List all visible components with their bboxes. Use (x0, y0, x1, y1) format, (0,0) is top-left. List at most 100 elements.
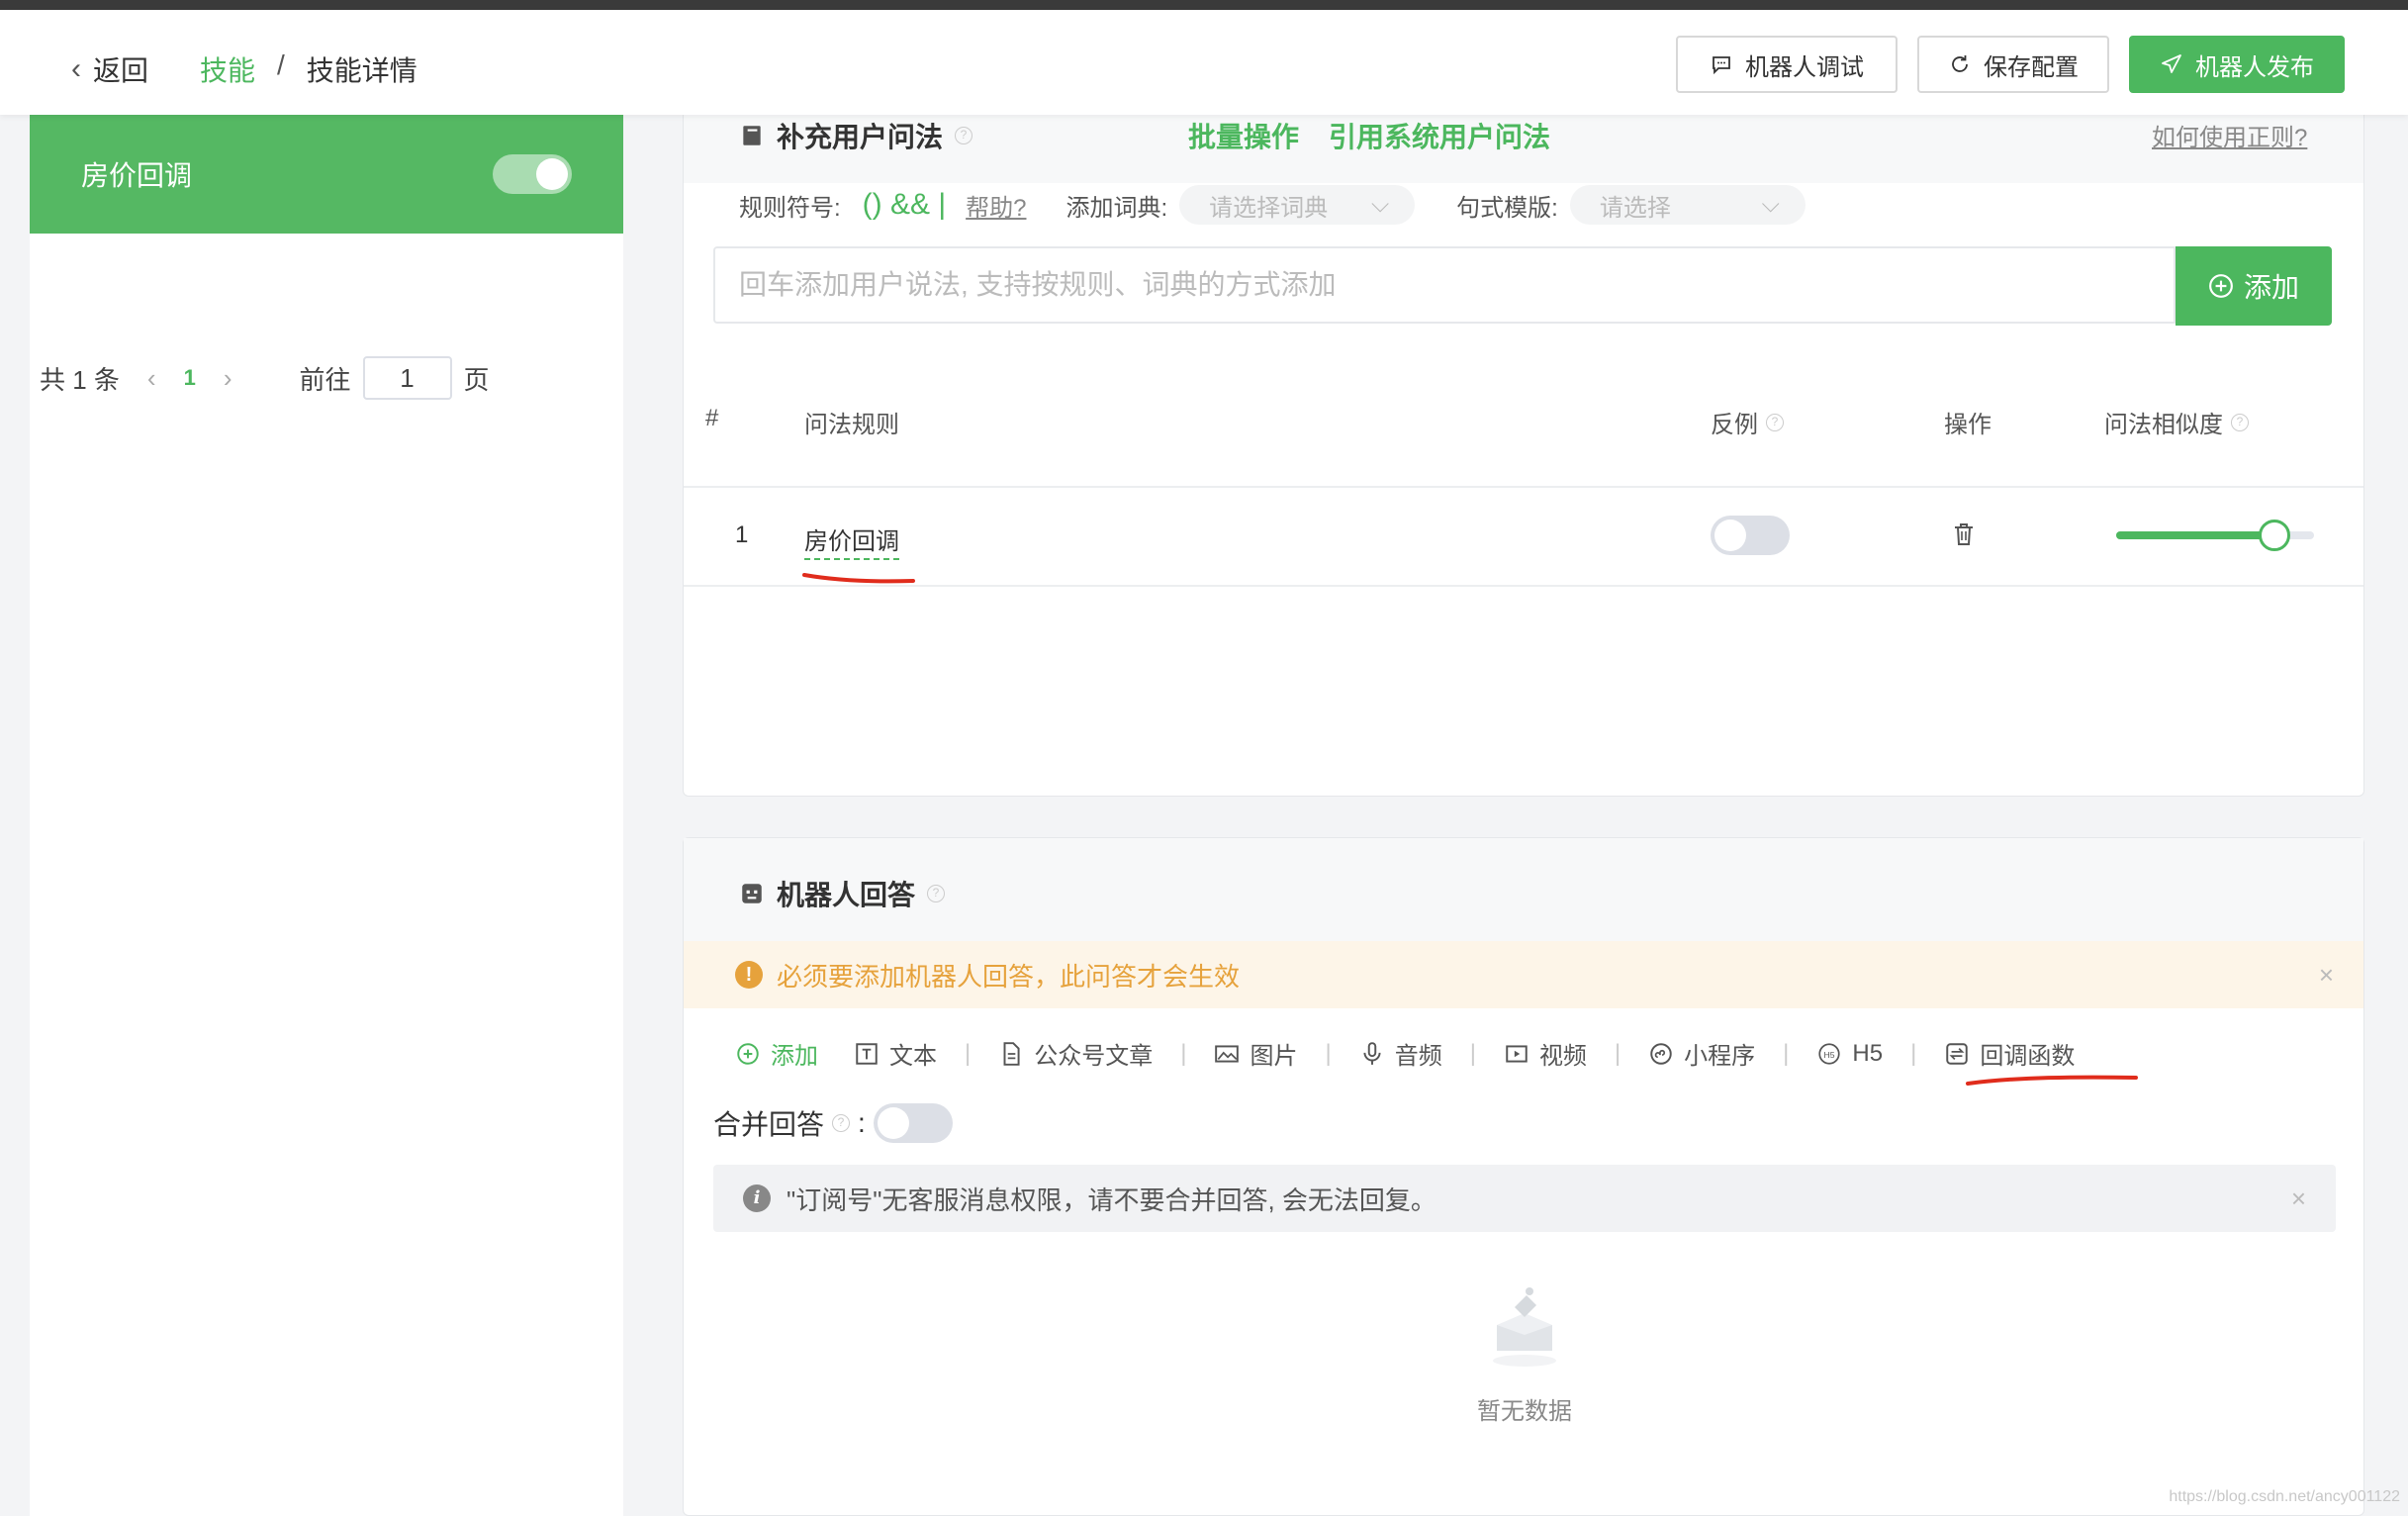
help-icon[interactable]: ? (955, 127, 973, 144)
breadcrumb: 技能 / 技能详情 (200, 49, 417, 89)
info-alert: i "订阅号"无客服消息权限，请不要合并回答, 会无法回复。 × (713, 1165, 2336, 1232)
merge-answers-colon: : (858, 1107, 866, 1138)
back-label: 返回 (93, 55, 149, 86)
add-answer-label: 添加 (771, 1043, 818, 1070)
h5-answer-label: H5 (1852, 1039, 1884, 1067)
save-config-label: 保存配置 (1984, 53, 2079, 81)
text-icon (856, 1042, 878, 1065)
miniprogram-answer-button[interactable]: 小程序 (1648, 1036, 1755, 1071)
video-answer-button[interactable]: 视频 (1504, 1036, 1587, 1071)
batch-operation-link[interactable]: 批量操作 (1188, 116, 1299, 155)
empty-state: 暂无数据 (1426, 1274, 1623, 1426)
pagination: 共 1 条 ‹ 1 › 前往 1 页 (40, 356, 490, 400)
answer-type-toolbar: 添加 文本 | 公众号文章 | 图片 | 音频 | 视频 | 小程序 | H5 … (735, 1036, 2075, 1071)
toggle-knob (1714, 520, 1746, 551)
column-similarity: 问法相似度? (2104, 405, 2249, 439)
help-icon[interactable]: ? (2231, 413, 2249, 431)
dict-select-placeholder: 请选择词典 (1209, 194, 1329, 222)
toggle-knob (536, 158, 568, 190)
red-annotation-underline (802, 573, 915, 584)
save-config-button[interactable]: 保存配置 (1917, 36, 2109, 93)
divider: | (1325, 1039, 1332, 1067)
goto-page-input[interactable]: 1 (362, 356, 452, 400)
rule-symbols[interactable]: () && | (863, 188, 946, 222)
similarity-slider-handle[interactable] (2259, 520, 2290, 551)
miniprogram-answer-label: 小程序 (1684, 1043, 1756, 1070)
table-header-divider (684, 486, 2363, 488)
add-utterance-label: 添加 (2243, 272, 2299, 303)
help-icon[interactable]: ? (1766, 413, 1784, 431)
add-answer-button[interactable]: 添加 (735, 1036, 818, 1071)
close-icon[interactable]: × (2291, 1184, 2306, 1214)
skill-list-panel: 房价回调 共 1 条 ‹ 1 › 前往 1 页 (30, 115, 623, 1516)
help-icon[interactable]: ? (927, 885, 946, 902)
dict-select[interactable]: 请选择词典 ⌵ (1179, 185, 1416, 225)
divider: | (1910, 1039, 1917, 1067)
chat-icon (1713, 56, 1730, 75)
user-questions-card: 补充用户问法 ? 批量操作 引用系统用户问法 如何使用正则? 规则符号: () … (683, 99, 2364, 797)
callback-icon (1946, 1042, 1969, 1065)
info-text: "订阅号"无客服消息权限，请不要合并回答, 会无法回复。 (787, 1184, 1436, 1215)
user-questions-title-text: 补充用户问法 (777, 122, 944, 152)
breadcrumb-skills-link[interactable]: 技能 (200, 49, 255, 89)
robot-debug-label: 机器人调试 (1745, 53, 1864, 81)
robot-publish-label: 机器人发布 (2195, 53, 2314, 81)
chevron-left-icon: ‹ (71, 52, 81, 85)
pagination-current-page[interactable]: 1 (184, 365, 196, 391)
row-rule-text[interactable]: 房价回调 (804, 521, 899, 560)
refresh-icon (1952, 55, 1968, 72)
divider: | (1783, 1039, 1790, 1067)
reference-system-questions-link[interactable]: 引用系统用户问法 (1329, 116, 1550, 155)
help-icon[interactable]: ? (832, 1114, 851, 1132)
document-icon (1003, 1041, 1020, 1066)
article-answer-button[interactable]: 公众号文章 (998, 1036, 1153, 1071)
trash-icon[interactable] (1952, 521, 1976, 547)
audio-answer-label: 音频 (1394, 1043, 1442, 1070)
robot-answers-title: 机器人回答 ? (739, 874, 946, 913)
microphone-icon (1363, 1041, 1381, 1065)
skill-list-item[interactable]: 房价回调 (30, 115, 623, 234)
image-icon (1215, 1044, 1240, 1063)
h5-answer-button[interactable]: H5 H5 (1816, 1040, 1883, 1068)
callback-answer-button[interactable]: 回调函数 (1944, 1036, 2075, 1071)
breadcrumb-current: 技能详情 (306, 55, 417, 86)
article-answer-label: 公众号文章 (1034, 1043, 1154, 1070)
plus-circle-icon (737, 1042, 759, 1065)
merge-answers-toggle[interactable] (873, 1103, 953, 1143)
empty-box-icon (1493, 1287, 1556, 1367)
user-utterance-input[interactable]: 回车添加用户说法, 支持按规则、词典的方式添加 (713, 246, 2176, 324)
divider: | (1469, 1039, 1476, 1067)
back-button[interactable]: ‹ 返回 (71, 49, 148, 89)
text-answer-button[interactable]: 文本 (854, 1036, 937, 1071)
counter-example-toggle[interactable] (1711, 516, 1790, 555)
svg-text:H5: H5 (1824, 1049, 1835, 1059)
next-page-icon[interactable]: › (224, 363, 232, 394)
chevron-down-icon: ⌵ (1370, 191, 1390, 218)
skill-enabled-toggle[interactable] (493, 154, 572, 194)
rule-toolbar: 规则符号: () && | 帮助? 添加词典: 请选择词典 ⌵ 句式模版: 请选… (739, 185, 1806, 225)
image-answer-button[interactable]: 图片 (1214, 1036, 1297, 1071)
column-index: # (705, 405, 719, 431)
text-answer-label: 文本 (889, 1043, 937, 1070)
help-link[interactable]: 帮助? (966, 188, 1026, 223)
pagination-total: 共 1 条 (40, 364, 120, 395)
add-utterance-button[interactable]: 添加 (2176, 246, 2332, 326)
divider: | (1180, 1039, 1187, 1067)
skill-name: 房价回调 (81, 160, 193, 191)
chevron-down-icon: ⌵ (1761, 191, 1780, 218)
template-select[interactable]: 请选择 ⌵ (1569, 185, 1806, 225)
send-icon (2162, 54, 2181, 73)
regex-help-link[interactable]: 如何使用正则? (2152, 118, 2307, 152)
callback-answer-label: 回调函数 (1980, 1043, 2076, 1070)
robot-debug-button[interactable]: 机器人调试 (1676, 36, 1898, 93)
similarity-slider[interactable] (2116, 520, 2314, 551)
robot-publish-button[interactable]: 机器人发布 (2129, 36, 2345, 93)
merge-answers-row: 合并回答 ? : (713, 1103, 953, 1143)
similarity-slider-fill (2116, 531, 2274, 539)
table-row-divider (684, 585, 2363, 587)
merge-answers-label: 合并回答 (713, 1109, 825, 1140)
book-icon (743, 126, 761, 145)
close-icon[interactable]: × (2319, 960, 2334, 991)
prev-page-icon[interactable]: ‹ (147, 363, 156, 394)
audio-answer-button[interactable]: 音频 (1359, 1036, 1442, 1071)
